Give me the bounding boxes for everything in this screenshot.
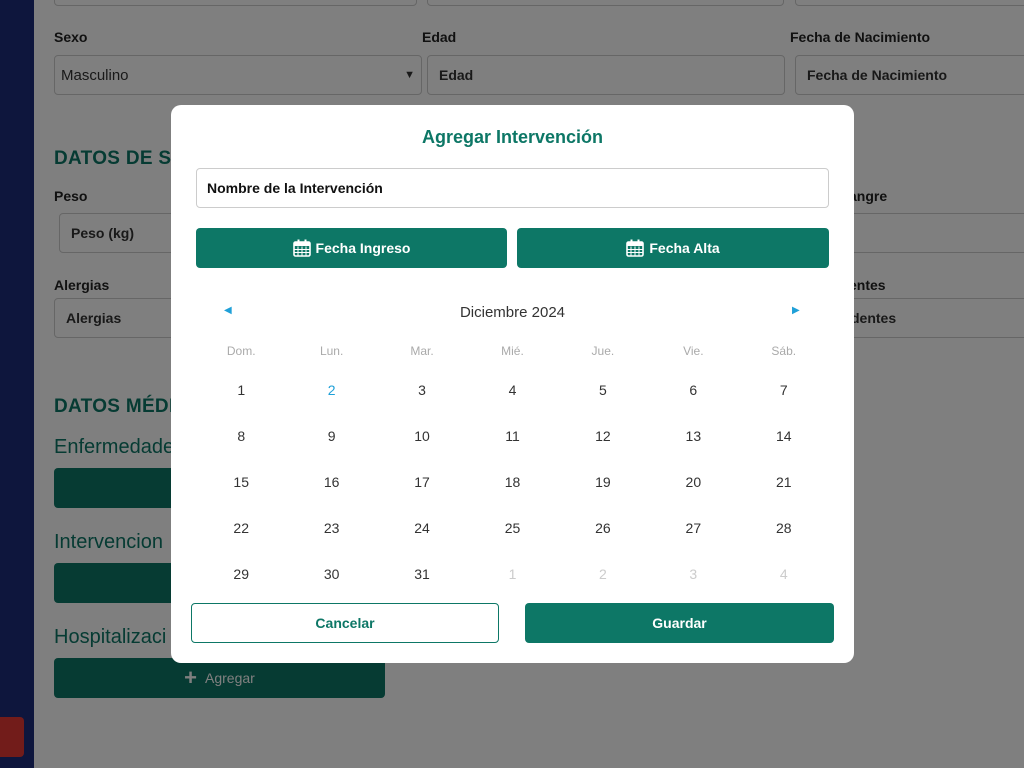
calendar-day-next-month[interactable]: 1 bbox=[467, 566, 557, 582]
calendar-day[interactable]: 14 bbox=[739, 428, 829, 444]
calendar-icon bbox=[626, 239, 645, 257]
calendar-day[interactable]: 4 bbox=[467, 382, 557, 398]
calendar-day[interactable]: 30 bbox=[286, 566, 376, 582]
calendar-day[interactable]: 17 bbox=[377, 474, 467, 490]
calendar-day[interactable]: 25 bbox=[467, 520, 557, 536]
calendar-day[interactable]: 28 bbox=[739, 520, 829, 536]
calendar-week: 15 16 17 18 19 20 21 bbox=[196, 474, 829, 490]
weekday-label: Vie. bbox=[683, 344, 704, 358]
calendar-day[interactable]: 29 bbox=[196, 566, 286, 582]
calendar-day-today[interactable]: 2 bbox=[286, 382, 376, 398]
calendar-day-next-month[interactable]: 4 bbox=[739, 566, 829, 582]
add-intervention-modal: Agregar Intervención Nombre de la Interv… bbox=[171, 105, 854, 663]
fecha-alta-label: Fecha Alta bbox=[649, 240, 720, 256]
calendar-day[interactable]: 11 bbox=[467, 428, 557, 444]
calendar-day[interactable]: 9 bbox=[286, 428, 376, 444]
fecha-alta-button[interactable]: Fecha Alta bbox=[517, 228, 829, 268]
calendar-day[interactable]: 6 bbox=[648, 382, 738, 398]
calendar-day[interactable]: 27 bbox=[648, 520, 738, 536]
calendar-day[interactable]: 3 bbox=[377, 382, 467, 398]
calendar-day[interactable]: 7 bbox=[739, 382, 829, 398]
calendar-day-next-month[interactable]: 3 bbox=[648, 566, 738, 582]
calendar-day[interactable]: 13 bbox=[648, 428, 738, 444]
calendar-day-next-month[interactable]: 2 bbox=[558, 566, 648, 582]
calendar-day[interactable]: 19 bbox=[558, 474, 648, 490]
caret-right-icon[interactable]: ▶ bbox=[792, 305, 800, 316]
calendar-day[interactable]: 5 bbox=[558, 382, 648, 398]
calendar-day[interactable]: 21 bbox=[739, 474, 829, 490]
calendar-week: 22 23 24 25 26 27 28 bbox=[196, 520, 829, 536]
fecha-ingreso-label: Fecha Ingreso bbox=[315, 240, 411, 256]
calendar-day[interactable]: 20 bbox=[648, 474, 738, 490]
cancel-button[interactable]: Cancelar bbox=[191, 603, 499, 643]
weekday-label: Mar. bbox=[410, 344, 434, 358]
calendar-week: 8 9 10 11 12 13 14 bbox=[196, 428, 829, 444]
weekday-label: Lun. bbox=[319, 344, 344, 358]
calendar-day[interactable]: 16 bbox=[286, 474, 376, 490]
calendar-day[interactable]: 1 bbox=[196, 382, 286, 398]
calendar-day[interactable]: 26 bbox=[558, 520, 648, 536]
weekday-label: Jue. bbox=[591, 344, 615, 358]
weekday-label: Sáb. bbox=[771, 344, 797, 358]
calendar-icon bbox=[292, 239, 311, 257]
weekday-label: Mié. bbox=[501, 344, 524, 358]
weekday-label: Dom. bbox=[226, 344, 256, 358]
calendar-day[interactable]: 18 bbox=[467, 474, 557, 490]
save-button[interactable]: Guardar bbox=[525, 603, 834, 643]
calendar-week: 29 30 31 1 2 3 4 bbox=[196, 566, 829, 582]
calendar-day[interactable]: 8 bbox=[196, 428, 286, 444]
fecha-ingreso-button[interactable]: Fecha Ingreso bbox=[196, 228, 507, 268]
calendar-day[interactable]: 24 bbox=[377, 520, 467, 536]
calendar-day[interactable]: 23 bbox=[286, 520, 376, 536]
calendar-day[interactable]: 12 bbox=[558, 428, 648, 444]
calendar-day[interactable]: 15 bbox=[196, 474, 286, 490]
modal-title: Agregar Intervención bbox=[421, 127, 604, 147]
calendar-day[interactable]: 31 bbox=[377, 566, 467, 582]
calendar-week: 1 2 3 4 5 6 7 bbox=[196, 382, 829, 398]
calendar-weekdays: Dom. Lun. Mar. Mié. Jue. Vie. Sáb. bbox=[196, 344, 829, 358]
calendar-month-label: Diciembre 2024 bbox=[459, 304, 566, 321]
calendar-day[interactable]: 22 bbox=[196, 520, 286, 536]
calendar-day[interactable]: 10 bbox=[377, 428, 467, 444]
intervention-name-input[interactable]: Nombre de la Intervención bbox=[196, 168, 829, 208]
